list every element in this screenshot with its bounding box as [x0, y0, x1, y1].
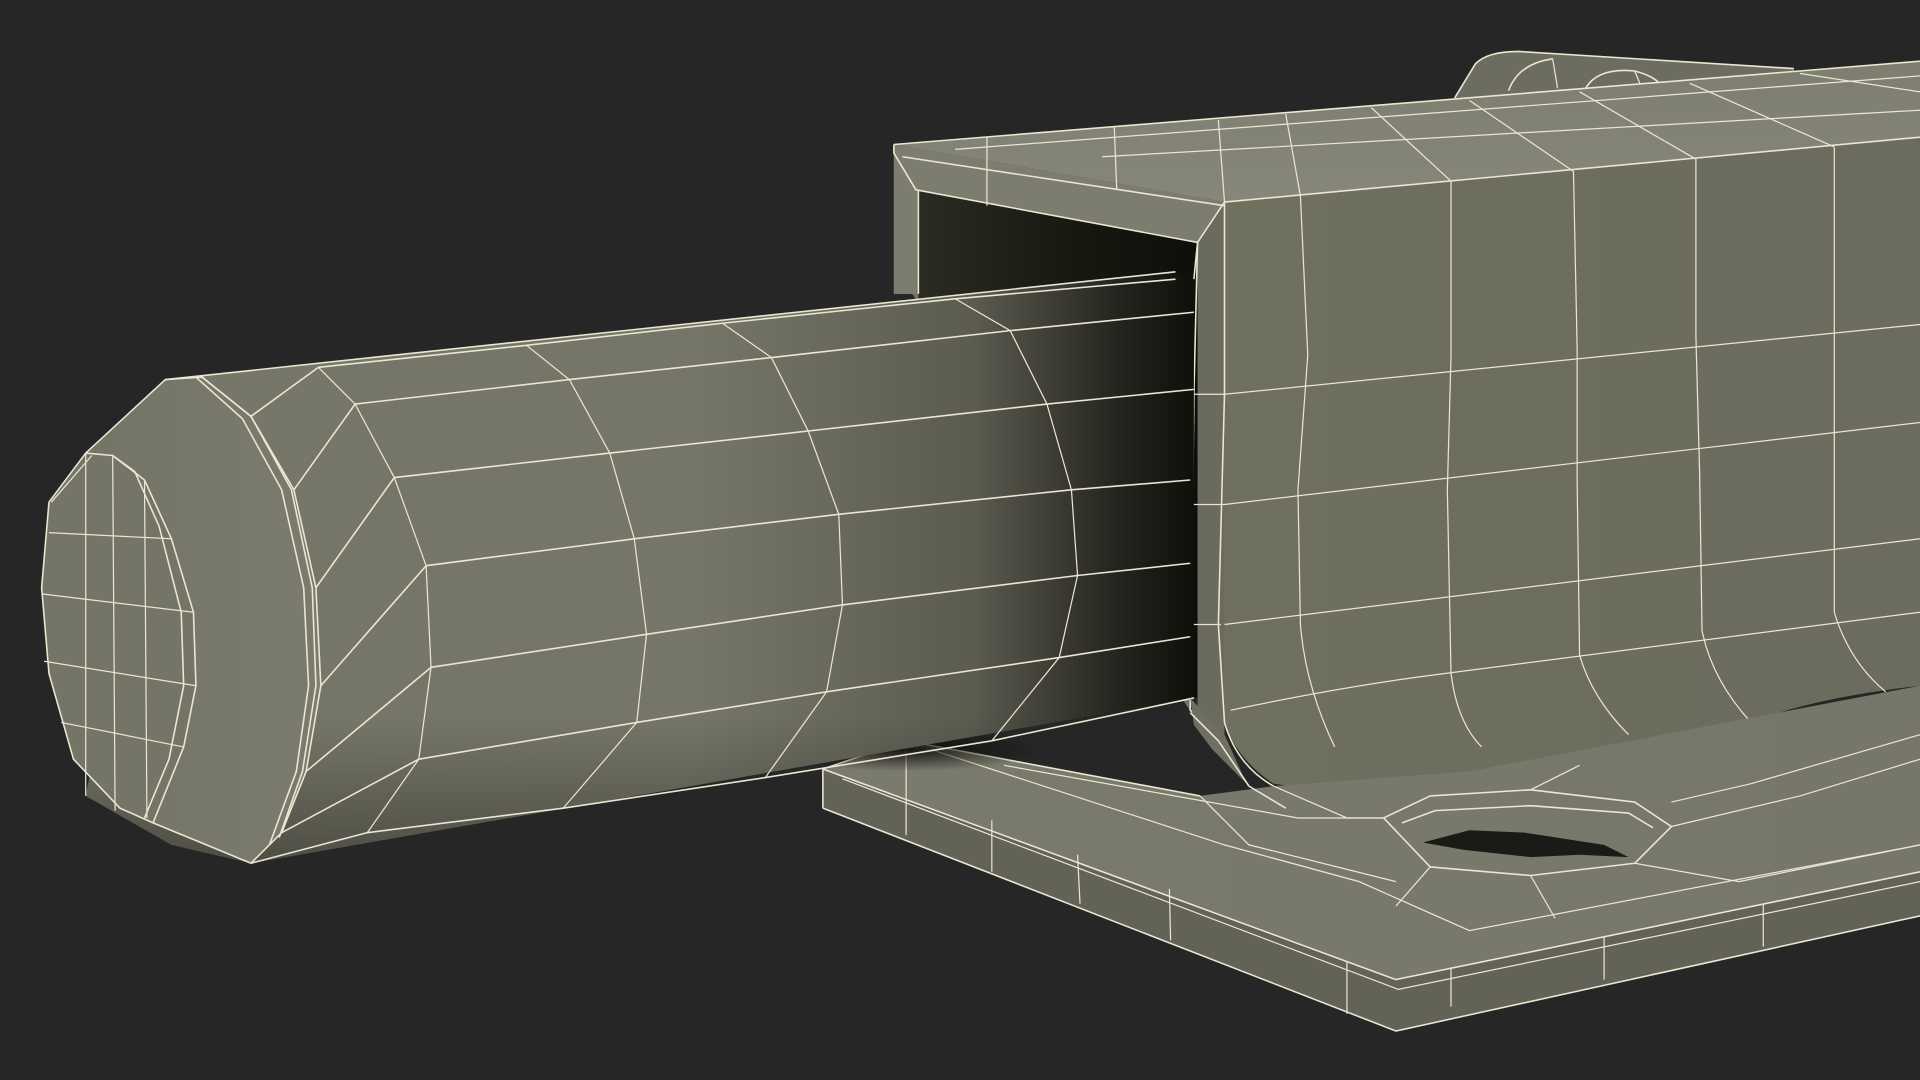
wireframe-render	[40, 50, 1920, 1032]
